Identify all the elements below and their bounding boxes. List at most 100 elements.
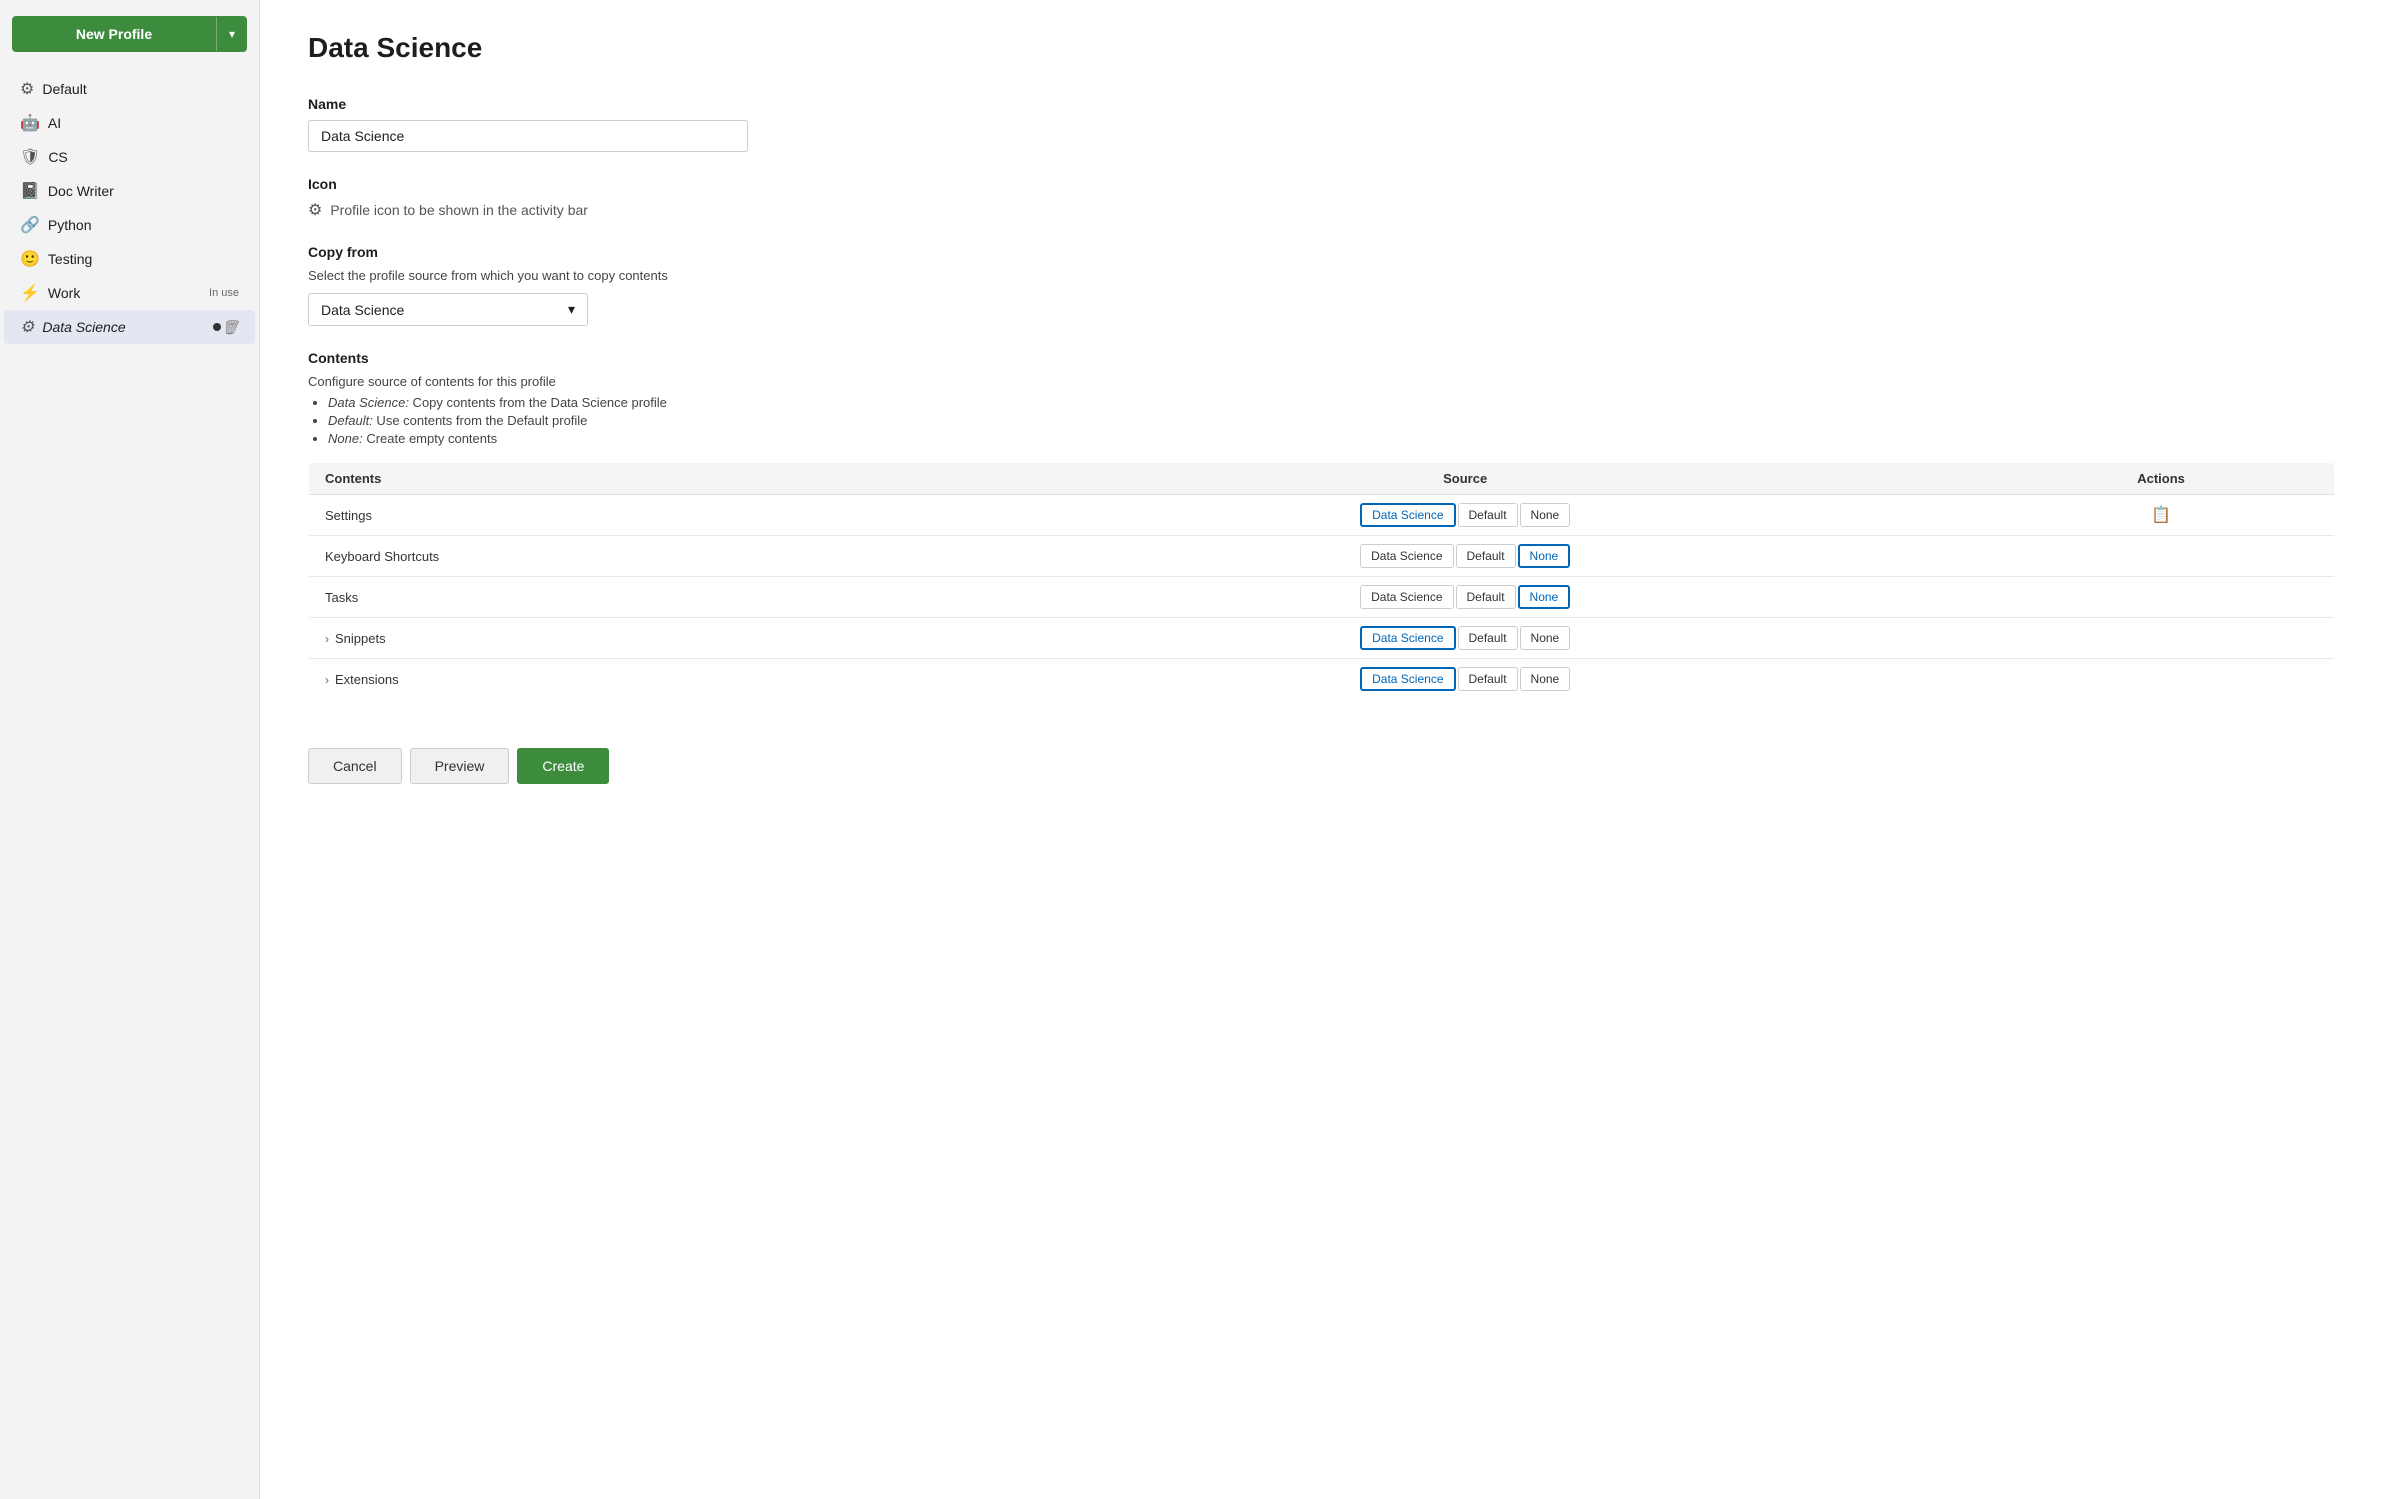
- copy-action-button[interactable]: 📋: [2151, 505, 2171, 525]
- action-cell: 📋: [1988, 495, 2334, 536]
- source-cell: Data ScienceDefaultNone: [942, 536, 1988, 577]
- icon-description-row: ⚙ Profile icon to be shown in the activi…: [308, 200, 2335, 220]
- sidebar-item-testing[interactable]: 🙂 Testing: [4, 242, 255, 276]
- sidebar-item-work[interactable]: ⚡ Work In use: [4, 276, 255, 310]
- copy-from-section: Copy from Select the profile source from…: [308, 244, 2335, 326]
- copy-from-value: Data Science: [321, 302, 404, 318]
- source-option-data-science[interactable]: Data Science: [1360, 503, 1455, 527]
- name-label: Name: [308, 96, 2335, 112]
- profile-name-work: Work: [48, 285, 203, 301]
- profile-name-testing: Testing: [48, 251, 239, 267]
- source-option-default[interactable]: Default: [1456, 585, 1516, 609]
- source-option-data-science[interactable]: Data Science: [1360, 544, 1453, 568]
- content-name-cell: Settings: [309, 495, 943, 536]
- delete-icon-data-science[interactable]: 🗑: [221, 319, 239, 336]
- sidebar: New Profile ▾ ⚙ Default🤖 AI 🛡 CS 📓 Doc Writer 🔗…: [0, 0, 260, 1499]
- profile-icon-ai: 🤖: [20, 113, 40, 133]
- cancel-button[interactable]: Cancel: [308, 748, 402, 784]
- source-cell: Data ScienceDefaultNone: [942, 495, 1988, 536]
- action-cell: [1988, 618, 2334, 659]
- col-header-source: Source: [942, 463, 1988, 495]
- profile-icon-work: ⚡: [20, 283, 40, 303]
- source-option-data-science[interactable]: Data Science: [1360, 585, 1453, 609]
- source-cell: Data ScienceDefaultNone: [942, 618, 1988, 659]
- profile-icon-default: ⚙: [20, 79, 34, 99]
- content-name-cell: ›Snippets: [309, 618, 943, 659]
- name-section: Name: [308, 96, 2335, 152]
- profile-icon-testing: 🙂: [20, 249, 40, 269]
- copy-from-dropdown[interactable]: Data Science ▾: [308, 293, 588, 326]
- table-row: TasksData ScienceDefaultNone: [309, 577, 2335, 618]
- source-cell: Data ScienceDefaultNone: [942, 577, 1988, 618]
- icon-section: Icon ⚙ Profile icon to be shown in the a…: [308, 176, 2335, 220]
- profile-name-default: Default: [42, 81, 239, 97]
- source-option-default[interactable]: Default: [1456, 544, 1516, 568]
- in-use-badge-work: In use: [209, 287, 239, 299]
- copy-from-desc: Select the profile source from which you…: [308, 268, 2335, 283]
- profile-icon-doc-writer: 📓: [20, 181, 40, 201]
- contents-section: Contents Configure source of contents fo…: [308, 350, 2335, 700]
- table-row: Keyboard ShortcutsData ScienceDefaultNon…: [309, 536, 2335, 577]
- profile-icon-cs: 🛡: [20, 147, 40, 167]
- content-name-cell: Keyboard Shortcuts: [309, 536, 943, 577]
- profile-name-python: Python: [48, 217, 239, 233]
- source-option-default[interactable]: Default: [1458, 667, 1518, 691]
- contents-bullets: Data Science: Copy contents from the Dat…: [308, 395, 2335, 446]
- sidebar-item-data-science[interactable]: ⚙ Data Science 🗑: [4, 310, 255, 344]
- new-profile-button[interactable]: New Profile ▾: [12, 16, 247, 52]
- content-name-cell: ›Extensions: [309, 659, 943, 700]
- source-option-none[interactable]: None: [1520, 503, 1571, 527]
- source-option-none[interactable]: None: [1520, 626, 1571, 650]
- chevron-down-icon: ▾: [568, 301, 575, 318]
- sidebar-item-ai[interactable]: 🤖 AI: [4, 106, 255, 140]
- table-row: SettingsData ScienceDefaultNone📋: [309, 495, 2335, 536]
- source-option-default[interactable]: Default: [1458, 503, 1518, 527]
- action-cell: [1988, 536, 2334, 577]
- footer-actions: Cancel Preview Create: [308, 732, 2335, 784]
- chevron-down-icon: ▾: [216, 17, 247, 51]
- content-name-cell: Tasks: [309, 577, 943, 618]
- expand-icon[interactable]: ›: [325, 632, 329, 646]
- name-input[interactable]: [308, 120, 748, 152]
- contents-label: Contents: [308, 350, 2335, 366]
- icon-description-text: Profile icon to be shown in the activity…: [330, 202, 588, 218]
- profile-icon-python: 🔗: [20, 215, 40, 235]
- contents-table: Contents Source Actions SettingsData Sci…: [308, 462, 2335, 700]
- col-header-contents: Contents: [309, 463, 943, 495]
- table-row: ›ExtensionsData ScienceDefaultNone: [309, 659, 2335, 700]
- main-content: Data Science Name Icon ⚙ Profile icon to…: [260, 0, 2383, 1499]
- source-option-none[interactable]: None: [1520, 667, 1571, 691]
- contents-desc: Configure source of contents for this pr…: [308, 374, 2335, 389]
- list-item: None: Create empty contents: [328, 431, 2335, 446]
- sidebar-item-default[interactable]: ⚙ Default: [4, 72, 255, 106]
- profile-name-cs: CS: [48, 149, 239, 165]
- expand-icon[interactable]: ›: [325, 673, 329, 687]
- col-header-actions: Actions: [1988, 463, 2334, 495]
- profile-name-data-science: Data Science: [42, 319, 209, 335]
- table-row: ›SnippetsData ScienceDefaultNone: [309, 618, 2335, 659]
- gear-icon: ⚙: [308, 200, 322, 220]
- create-button[interactable]: Create: [517, 748, 609, 784]
- new-profile-label: New Profile: [12, 16, 216, 52]
- preview-button[interactable]: Preview: [410, 748, 510, 784]
- list-item: Default: Use contents from the Default p…: [328, 413, 2335, 428]
- copy-from-label: Copy from: [308, 244, 2335, 260]
- action-cell: [1988, 659, 2334, 700]
- page-title: Data Science: [308, 32, 2335, 64]
- source-cell: Data ScienceDefaultNone: [942, 659, 1988, 700]
- profile-list: ⚙ Default🤖 AI 🛡 CS 📓 Doc Writer 🔗 Python 🙂 Testing…: [0, 68, 259, 348]
- source-option-none[interactable]: None: [1518, 585, 1571, 609]
- profile-icon-data-science: ⚙: [20, 317, 34, 337]
- source-option-none[interactable]: None: [1518, 544, 1571, 568]
- profile-name-doc-writer: Doc Writer: [48, 183, 239, 199]
- sidebar-item-cs[interactable]: 🛡 CS: [4, 140, 255, 174]
- unsaved-dot-data-science: [213, 323, 221, 331]
- source-option-data-science[interactable]: Data Science: [1360, 667, 1455, 691]
- icon-label: Icon: [308, 176, 2335, 192]
- profile-name-ai: AI: [48, 115, 239, 131]
- source-option-data-science[interactable]: Data Science: [1360, 626, 1455, 650]
- sidebar-item-doc-writer[interactable]: 📓 Doc Writer: [4, 174, 255, 208]
- list-item: Data Science: Copy contents from the Dat…: [328, 395, 2335, 410]
- source-option-default[interactable]: Default: [1458, 626, 1518, 650]
- sidebar-item-python[interactable]: 🔗 Python: [4, 208, 255, 242]
